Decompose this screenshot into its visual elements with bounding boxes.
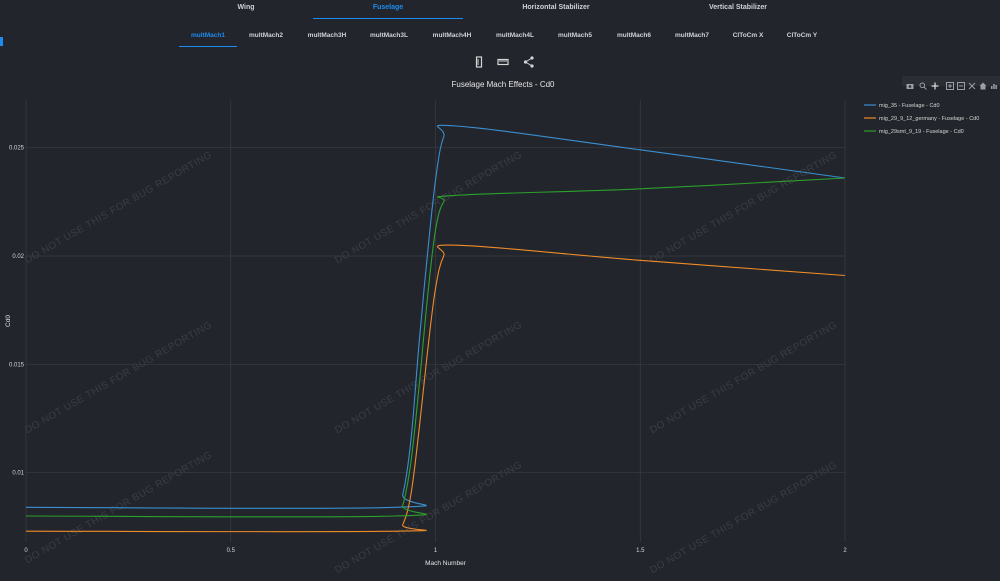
subtab-multmach1[interactable]: multMach1: [179, 28, 237, 47]
legend-item-label[interactable]: mig_29_9_12_germany - Fuselage - Cd0: [879, 116, 979, 122]
x-axis-label: Mach Number: [425, 560, 467, 567]
y-tick-label: 0.025: [9, 146, 25, 152]
subtab-multmach4l[interactable]: multMach4L: [488, 28, 542, 46]
tab-wing[interactable]: Wing: [196, 0, 296, 18]
y-axis-label: Cd0: [5, 315, 12, 327]
watermark-text: DO NOT USE THIS FOR BUG REPORTING: [23, 149, 214, 266]
watermark-text: DO NOT USE THIS FOR BUG REPORTING: [333, 149, 524, 266]
tab-vertical-stabilizer[interactable]: Vertical Stabilizer: [665, 0, 811, 18]
subtab-multmach4h[interactable]: multMach4H: [424, 28, 480, 46]
subtab-multmach3h[interactable]: multMach3H: [300, 28, 354, 46]
watermark-text: DO NOT USE THIS FOR BUG REPORTING: [648, 459, 839, 576]
legend-item-label[interactable]: mig_35 - Fuselage - Cd0: [879, 103, 940, 109]
subtab-cltocm-x[interactable]: ClToCm X: [724, 28, 772, 46]
legend-item-label[interactable]: mig_29smt_9_19 - Fuselage - Cd0: [879, 129, 964, 135]
main-tabs: Wing Fuselage Horizontal Stabilizer Vert…: [0, 0, 1000, 20]
legend[interactable]: mig_35 - Fuselage - Cd0 mig_29_9_12_germa…: [864, 103, 979, 135]
ruler-icon[interactable]: [472, 55, 486, 69]
y-tick-label: 0.01: [12, 471, 24, 477]
sub-tabs: multMach1 multMach2 multMach3H multMach3…: [0, 28, 1000, 48]
share-icon[interactable]: [522, 55, 536, 69]
tape-icon[interactable]: [496, 55, 510, 69]
subtab-cltocm-y[interactable]: ClToCm Y: [778, 28, 826, 46]
subtab-multmach7[interactable]: multMach7: [666, 28, 718, 46]
watermark-text: DO NOT USE THIS FOR BUG REPORTING: [23, 319, 214, 436]
subtab-multmach2[interactable]: multMach2: [240, 28, 292, 46]
watermark-text: DO NOT USE THIS FOR BUG REPORTING: [648, 319, 839, 436]
tab-fuselage[interactable]: Fuselage: [313, 0, 463, 19]
y-tick-label: 0.015: [9, 362, 25, 368]
mach-effects-chart: DO NOT USE THIS FOR BUG REPORTING DO NOT …: [5, 80, 979, 576]
x-tick-label: 2: [843, 548, 847, 554]
watermark-text: DO NOT USE THIS FOR BUG REPORTING: [648, 149, 839, 266]
x-tick-label: 1: [434, 548, 438, 554]
y-tick-label: 0.02: [12, 254, 24, 260]
chart-toolbar: [470, 55, 540, 69]
x-axis-ticks: 0 0.5 1 1.5 2: [24, 548, 847, 554]
x-tick-label: 0.5: [227, 548, 236, 554]
chart-title: Fuselage Mach Effects - Cd0: [451, 80, 555, 89]
subtab-multmach6[interactable]: multMach6: [608, 28, 660, 46]
x-tick-label: 1.5: [636, 548, 645, 554]
grid-lines: [25, 100, 846, 542]
subtab-multmach3l[interactable]: multMach3L: [362, 28, 416, 46]
subtab-multmach5[interactable]: multMach5: [550, 28, 600, 46]
watermark-text: DO NOT USE THIS FOR BUG REPORTING: [333, 459, 524, 576]
tab-horizontal-stabilizer[interactable]: Horizontal Stabilizer: [480, 0, 632, 18]
